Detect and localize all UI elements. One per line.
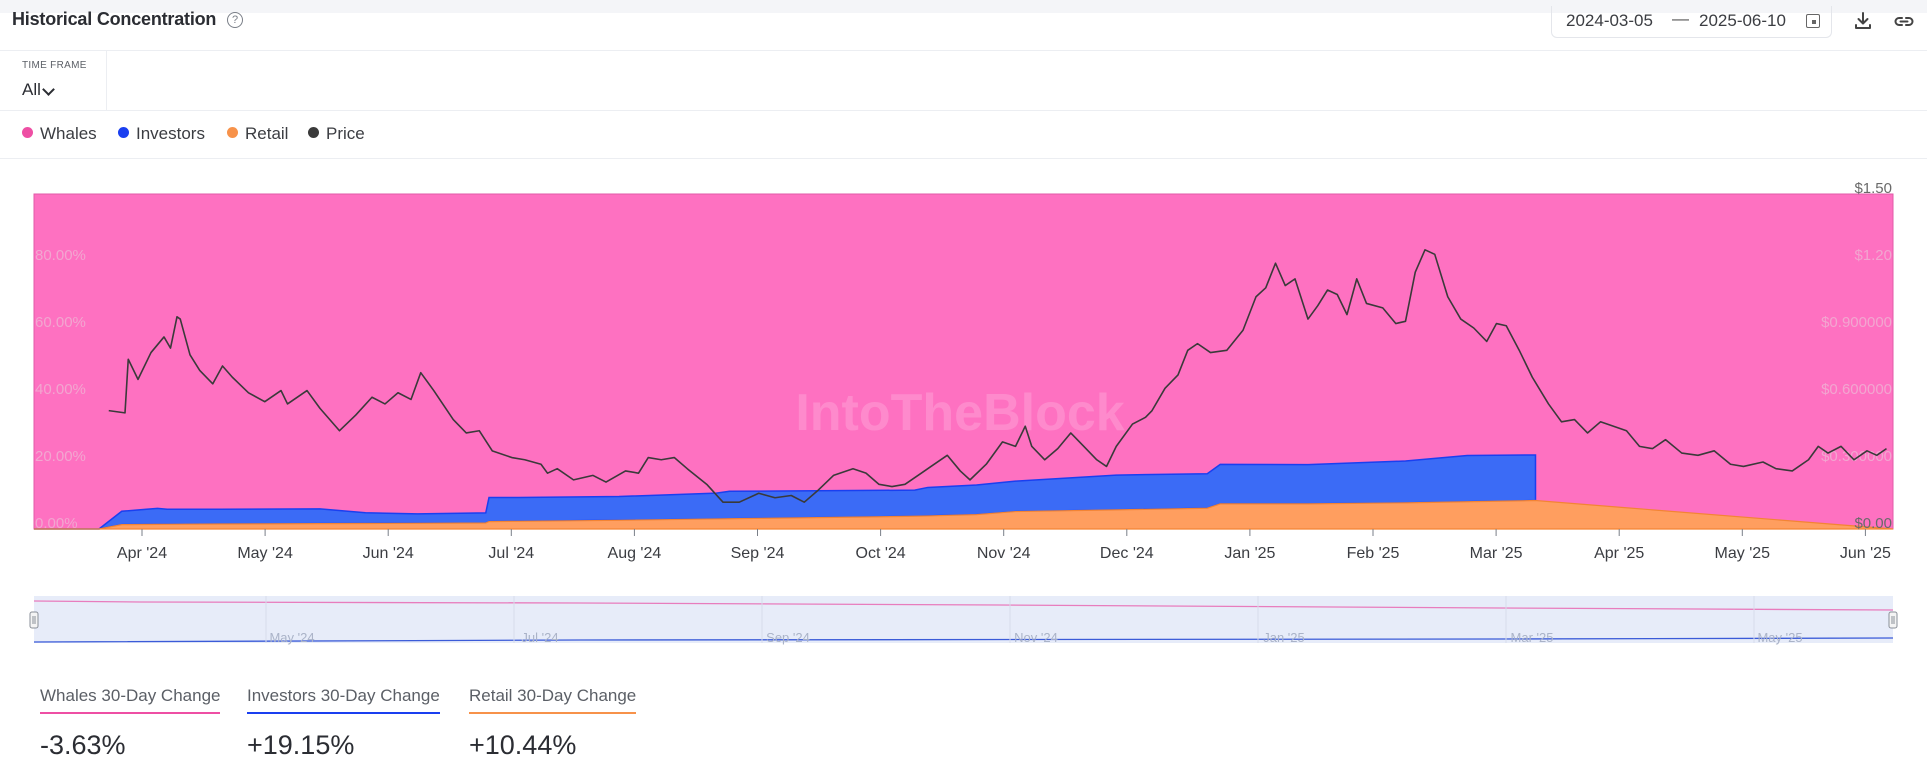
link-icon[interactable]: [1893, 10, 1915, 32]
concentration-chart[interactable]: IntoTheBlock 0.00% 20.00% 40.00% 60.00% 80.0…: [0, 170, 1927, 650]
navigator-handle-right[interactable]: [1888, 611, 1898, 629]
date-separator: —: [1672, 9, 1689, 28]
legend-item-price[interactable]: Price: [308, 124, 365, 144]
date-range-picker[interactable]: 2024-03-05 — 2025-06-10: [1551, 6, 1832, 38]
x-tick-label: Sep '24: [731, 545, 785, 562]
stat-value: -3.63%: [40, 730, 126, 760]
stat-value: +19.15%: [247, 730, 355, 760]
legend-label: Price: [326, 124, 365, 143]
chevron-down-icon[interactable]: [42, 83, 55, 96]
y-left-tick-label: 60.00%: [35, 314, 86, 331]
navigator-tick-label: Nov '24: [1014, 630, 1058, 645]
x-tick-label: Feb '25: [1347, 545, 1400, 562]
x-axis: Apr '24 May '24 Jun '24 Jul '24 Aug '24 Sep '…: [117, 529, 1891, 562]
navigator-tick-label: Sep '24: [766, 630, 810, 645]
legend-item-retail[interactable]: Retail: [227, 124, 288, 144]
legend-label: Retail: [245, 124, 289, 143]
x-tick-label: Dec '24: [1100, 545, 1154, 562]
x-tick-label: Jul '24: [488, 545, 534, 562]
navigator: May '24 Jul '24 Sep '24 Nov '24 Jan '25 Mar '…: [29, 596, 1898, 645]
legend-dot: [22, 127, 33, 138]
legend-item-whales[interactable]: Whales: [22, 124, 97, 144]
legend-dot: [227, 127, 238, 138]
x-tick-label: May '24: [237, 545, 293, 562]
navigator-handle-left[interactable]: [29, 611, 39, 629]
y-right-tick-label: $0.600000: [1821, 381, 1892, 398]
divider: [0, 110, 1927, 111]
legend-dot: [118, 127, 129, 138]
navigator-tick-label: May '25: [1757, 630, 1802, 645]
calendar-icon[interactable]: [1806, 14, 1820, 28]
stat-whales: Whales 30-Day Change -3.63%: [40, 686, 221, 760]
x-tick-label: Jan '25: [1224, 545, 1275, 562]
y-left-tick-label: 0.00%: [35, 515, 78, 532]
x-tick-label: Apr '24: [117, 545, 167, 562]
timeframe-selector[interactable]: TIME FRAME All: [0, 50, 107, 110]
x-tick-label: Jun '25: [1840, 545, 1891, 562]
y-right-tick-label: $0.900000: [1821, 314, 1892, 331]
navigator-tick-label: Jul '24: [521, 630, 558, 645]
stat-retail: Retail 30-Day Change +10.44%: [469, 686, 637, 760]
area-layer: [33, 193, 1894, 530]
legend-label: Investors: [136, 124, 205, 143]
y-right-tick-label: $0.00: [1854, 515, 1892, 532]
navigator-tick-label: Mar '25: [1511, 630, 1554, 645]
area-whales: [33, 193, 1894, 530]
navigator-tick-label: May '24: [269, 630, 314, 645]
x-tick-label: Jun '24: [363, 545, 414, 562]
y-left-tick-label: 40.00%: [35, 381, 86, 398]
y-right-tick-label: $1.50: [1854, 180, 1892, 197]
stat-label: Retail 30-Day Change: [469, 686, 637, 714]
x-tick-label: Oct '24: [856, 545, 906, 562]
header-bar: Historical Concentration ? 2024-03-05 — …: [0, 0, 1927, 51]
y-right-tick-label: $1.20: [1854, 247, 1892, 264]
date-start[interactable]: 2024-03-05: [1566, 11, 1653, 31]
x-tick-label: Mar '25: [1470, 545, 1523, 562]
watermark-text: IntoTheBlock: [795, 384, 1124, 442]
download-icon[interactable]: [1852, 10, 1874, 32]
chart-container: IntoTheBlock 0.00% 20.00% 40.00% 60.00% 80.0…: [0, 170, 1927, 655]
legend-dot: [308, 127, 319, 138]
y-left-tick-label: 80.00%: [35, 247, 86, 264]
navigator-tick-label: Jan '25: [1263, 630, 1305, 645]
page-title: Historical Concentration: [12, 9, 217, 29]
y-left-tick-label: 20.00%: [35, 448, 86, 465]
legend-item-investors[interactable]: Investors: [118, 124, 205, 144]
stat-value: +10.44%: [469, 730, 577, 760]
stat-label: Whales 30-Day Change: [40, 686, 221, 714]
x-tick-label: Aug '24: [608, 545, 662, 562]
date-end[interactable]: 2025-06-10: [1699, 11, 1786, 31]
help-icon[interactable]: ?: [227, 12, 243, 28]
x-tick-label: Apr '25: [1594, 545, 1644, 562]
timeframe-value[interactable]: All: [22, 80, 41, 100]
stat-label: Investors 30-Day Change: [247, 686, 440, 714]
divider: [0, 158, 1927, 159]
timeframe-label: TIME FRAME: [22, 60, 87, 71]
x-tick-label: May '25: [1715, 545, 1771, 562]
stat-investors: Investors 30-Day Change +19.15%: [247, 686, 440, 760]
x-tick-label: Nov '24: [977, 545, 1031, 562]
legend-label: Whales: [40, 124, 97, 143]
